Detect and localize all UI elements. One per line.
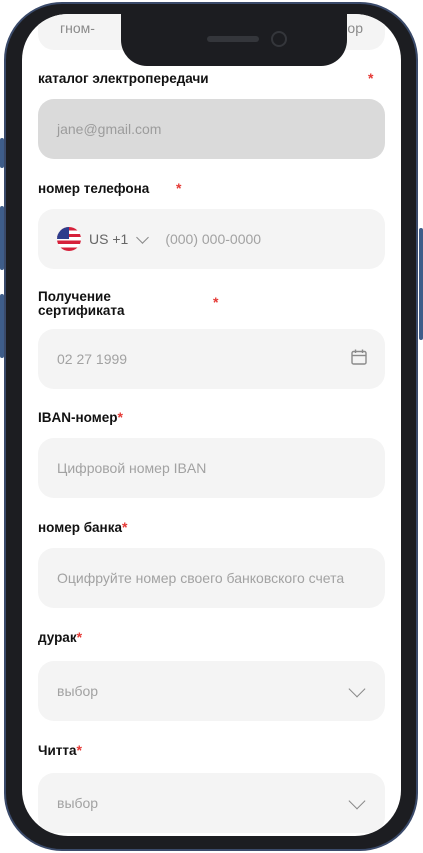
chevron-down-icon[interactable] [348,680,366,698]
iban-input[interactable]: Цифровой номер IBAN [38,438,385,498]
bank-label-text: номер банка [38,520,122,535]
side-button-left-1 [0,138,4,168]
select2-label: Читта* [38,743,82,758]
phone-label-text: номер телефона [38,181,150,196]
transmission-catalog-value: jane@gmail.com [57,121,162,137]
notch [121,14,347,66]
phone-label: номер телефона [38,182,149,196]
certificate-date-placeholder: 02 27 1999 [57,351,128,367]
required-star: * [76,742,82,758]
iban-label-text: IBAN-номер [38,410,118,425]
iban-placeholder: Цифровой номер IBAN [57,460,207,476]
side-button-left-3 [0,294,4,358]
camera-icon [271,31,287,47]
certificate-label-text: Получение сертификата [38,289,125,318]
iban-label: IBAN-номер* [38,410,123,425]
select1-dropdown[interactable]: выбор [38,661,385,721]
side-button-right [419,228,423,340]
phone-input[interactable]: US +1 (000) 000-0000 [38,209,385,269]
bank-placeholder: Оцифруйте номер своего банковского счета [57,570,345,586]
previous-field-text-right: ор [347,20,363,36]
bank-label: номер банка* [38,520,127,535]
select2-label-text: Читта [38,743,77,758]
select2-placeholder: выбор [57,795,99,811]
bank-number-input[interactable]: Оцифруйте номер своего банковского счета [38,548,385,608]
certificate-date-input[interactable]: 02 27 1999 [38,329,385,389]
calendar-icon[interactable] [351,349,367,365]
chevron-down-icon[interactable] [348,792,366,810]
us-flag-icon [57,227,81,251]
select1-placeholder: выбор [57,683,99,699]
certificate-label: Получение сертификата [38,290,148,318]
transmission-catalog-label: каталог электропередачи [38,72,209,86]
required-star: * [213,294,219,310]
required-star: * [76,629,83,645]
chevron-down-icon[interactable] [136,230,150,244]
select1-label-text: дурак [38,630,77,645]
phone-placeholder: (000) 000-0000 [165,231,262,247]
select2-dropdown[interactable]: выбор [38,773,385,833]
previous-field-text-left: гном- [60,20,95,36]
transmission-catalog-input[interactable]: jane@gmail.com [38,99,385,159]
country-code[interactable]: US +1 [89,231,128,247]
select1-label: дурак* [38,630,82,645]
speaker [207,36,259,42]
side-button-left-2 [0,206,4,270]
transmission-catalog-label-text: каталог электропередачи [38,71,209,86]
required-star: * [117,409,123,425]
screen: гном- ор каталог электропередачи * jane@… [22,14,401,836]
required-star: * [121,519,128,535]
required-star: * [368,70,374,86]
required-star: * [176,180,182,196]
